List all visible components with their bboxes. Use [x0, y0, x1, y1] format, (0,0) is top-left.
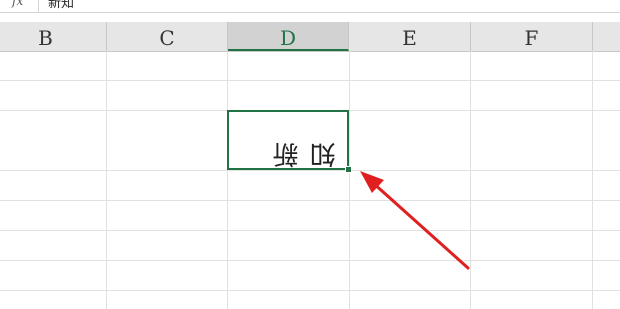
annotation-arrow-icon — [360, 171, 470, 270]
